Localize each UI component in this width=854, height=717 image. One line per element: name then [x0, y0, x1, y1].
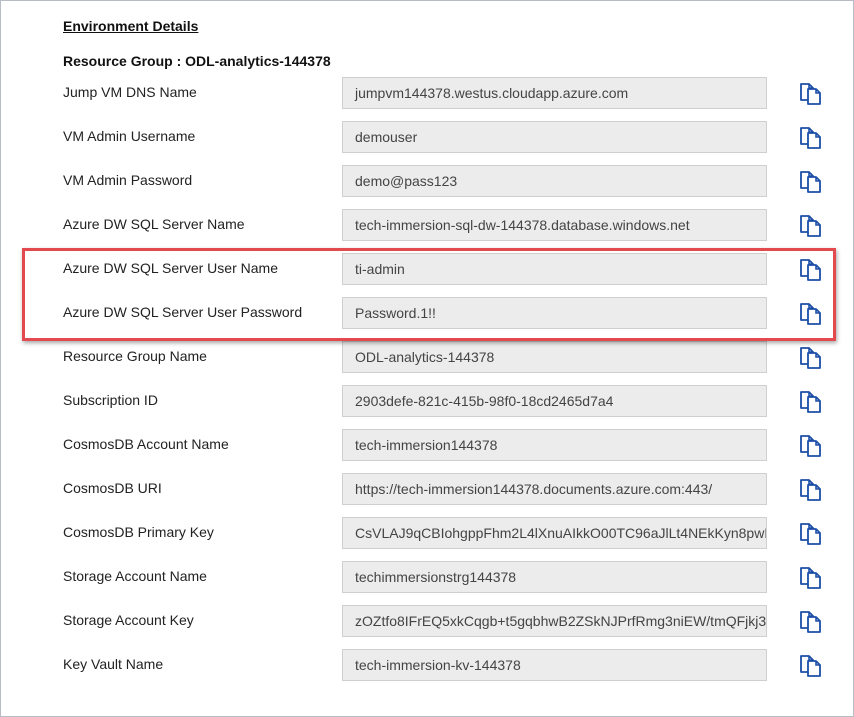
copy-icon	[798, 563, 824, 589]
field-value[interactable]: https://tech-immersion144378.documents.a…	[342, 473, 767, 505]
highlight-box	[22, 248, 836, 341]
copy-icon	[798, 431, 824, 457]
field-label: VM Admin Username	[63, 128, 196, 144]
copy-icon	[798, 211, 824, 237]
field-label: Key Vault Name	[63, 656, 164, 672]
field-value[interactable]: tech-immersion144378	[342, 429, 767, 461]
copy-button[interactable]	[797, 606, 825, 634]
copy-icon	[798, 79, 824, 105]
copy-button[interactable]	[797, 166, 825, 194]
copy-button[interactable]	[797, 562, 825, 590]
field-value[interactable]: CsVLAJ9qCBIohgppFhm2L4lXnuAIkkO00TC96aJl…	[342, 517, 767, 549]
copy-button[interactable]	[797, 122, 825, 150]
copy-button[interactable]	[797, 474, 825, 502]
field-label: CosmosDB Account Name	[63, 436, 229, 452]
field-label: CosmosDB URI	[63, 480, 162, 496]
field-value[interactable]: tech-immersion-kv-144378	[342, 649, 767, 681]
field-label: CosmosDB Primary Key	[63, 524, 214, 540]
field-label: Jump VM DNS Name	[63, 84, 197, 100]
copy-icon	[798, 607, 824, 633]
copy-button[interactable]	[797, 342, 825, 370]
field-value[interactable]: demo@pass123	[342, 165, 767, 197]
field-value[interactable]: demouser	[342, 121, 767, 153]
field-label: Storage Account Name	[63, 568, 207, 584]
field-label: Azure DW SQL Server Name	[63, 216, 245, 232]
resource-group-title: Resource Group : ODL-analytics-144378	[63, 53, 331, 69]
copy-button[interactable]	[797, 518, 825, 546]
copy-button[interactable]	[797, 650, 825, 678]
field-label: Storage Account Key	[63, 612, 194, 628]
copy-icon	[798, 475, 824, 501]
copy-icon	[798, 651, 824, 677]
field-value[interactable]: ODL-analytics-144378	[342, 341, 767, 373]
field-value[interactable]: zOZtfo8IFrEQ5xkCqgb+t5gqbhwB2ZSkNJPrfRmg…	[342, 605, 767, 637]
copy-icon	[798, 167, 824, 193]
copy-icon	[798, 387, 824, 413]
copy-icon	[798, 519, 824, 545]
copy-button[interactable]	[797, 386, 825, 414]
field-value[interactable]: techimmersionstrg144378	[342, 561, 767, 593]
field-row: Key Vault Name tech-immersion-kv-144378	[0, 649, 854, 700]
copy-button[interactable]	[797, 78, 825, 106]
copy-button[interactable]	[797, 210, 825, 238]
copy-icon	[798, 123, 824, 149]
section-title: Environment Details	[63, 18, 199, 34]
field-value[interactable]: jumpvm144378.westus.cloudapp.azure.com	[342, 77, 767, 109]
field-value[interactable]: tech-immersion-sql-dw-144378.database.wi…	[342, 209, 767, 241]
field-label: Resource Group Name	[63, 348, 207, 364]
field-label: VM Admin Password	[63, 172, 193, 188]
field-label: Subscription ID	[63, 392, 158, 408]
copy-icon	[798, 343, 824, 369]
field-value[interactable]: 2903defe-821c-415b-98f0-18cd2465d7a4	[342, 385, 767, 417]
copy-button[interactable]	[797, 430, 825, 458]
